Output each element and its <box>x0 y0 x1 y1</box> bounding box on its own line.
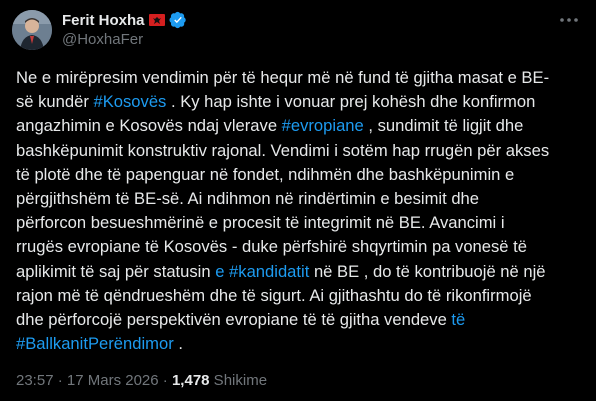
hashtag-link[interactable]: e #kandidatit <box>215 262 309 281</box>
tweet-text-segment: përforcon besueshmërinë e procesit të in… <box>16 213 505 233</box>
tweet-text-segment: rrugës evropiane të Kosovës - duke përfs… <box>16 237 527 257</box>
author-name[interactable]: Ferit Hoxha <box>62 12 145 29</box>
tweet-text-segment: aplikimit të saj për statusin <box>16 261 216 281</box>
tweet-line: aplikimit të saj për statusin e #kandida… <box>16 260 586 284</box>
author-handle[interactable]: @HoxhaFer <box>62 31 187 48</box>
tweet-line: rrugës evropiane të Kosovës - duke përfs… <box>16 235 586 259</box>
tweet-line: së kundër #Kosovës . Ky hap ishte i vonu… <box>16 90 586 114</box>
tweet-line: bashkëpunimit konstruktiv rajonal. Vendi… <box>16 139 586 163</box>
views-count: 1,478 <box>171 372 210 389</box>
tweet-line: rajon më të qëndrueshëm dhe të sigurt. A… <box>16 284 586 308</box>
hashtag-link[interactable]: #Kosovës <box>93 92 166 111</box>
avatar[interactable] <box>12 10 52 50</box>
tweet-line: dhe përforcojë perspektivën evropiane të… <box>16 308 586 332</box>
tweet-text-segment: në BE , do të kontribuojë në një <box>309 261 546 281</box>
tweet-text-segment: . <box>173 334 183 354</box>
tweet-text-segment: përgjithshëm të BE-së. Ai ndihmon në rin… <box>16 189 480 209</box>
tweet-text-segment: të plotë dhe të papenguar në fondet, ndi… <box>16 164 515 184</box>
meta-separator: · <box>158 372 172 389</box>
tweet-line: #BallkanitPerëndimor . <box>16 332 586 356</box>
views-label: Shikime <box>209 372 268 389</box>
tweet-line: angazhimin e Kosovës ndaj vlerave #evrop… <box>16 114 586 138</box>
tweet-line: përforcon besueshmërinë e procesit të in… <box>16 211 586 235</box>
tweet-time[interactable]: 23:57 <box>16 372 54 389</box>
tweet-line: përgjithshëm të BE-së. Ai ndihmon në rin… <box>16 187 586 211</box>
hashtag-link[interactable]: #evropiane <box>282 116 364 135</box>
tweet-text-segment: rajon më të qëndrueshëm dhe të sigurt. A… <box>16 285 532 305</box>
hashtag-link[interactable]: të <box>451 310 465 329</box>
tweet-header: Ferit Hoxha @HoxhaFer <box>62 10 187 48</box>
verified-badge-icon <box>169 11 186 29</box>
tweet-date[interactable]: 17 Mars 2026 <box>67 372 159 389</box>
tweet-text-segment: , sundimit të ligjit dhe <box>363 116 524 136</box>
tweet-text-segment: angazhimin e Kosovës ndaj vlerave <box>16 116 282 136</box>
tweet-line: Ne e mirëpresim vendimin për të hequr më… <box>16 66 586 90</box>
meta-separator: · <box>53 372 67 389</box>
tweet-line: të plotë dhe të papenguar në fondet, ndi… <box>16 163 586 187</box>
tweet-text-segment: së kundër <box>16 92 94 112</box>
more-horizontal-icon[interactable] <box>557 14 581 26</box>
tweet-text-segment: bashkëpunimit konstruktiv rajonal. Vendi… <box>16 140 550 160</box>
tweet-meta: 23:57 · 17 Mars 2026 · 1,478 Shikime <box>16 372 267 389</box>
avatar-photo <box>12 10 52 50</box>
hashtag-link[interactable]: #BallkanitPerëndimor <box>16 334 174 353</box>
tweet-text-segment: Ne e mirëpresim vendimin për të hequr më… <box>16 68 550 87</box>
tweet-text-segment: dhe përforcojë perspektivën evropiane të… <box>16 310 452 330</box>
tweet-text-segment: . Ky hap ishte i vonuar prej kohësh dhe … <box>166 92 536 112</box>
albania-flag-icon <box>148 14 165 26</box>
tweet-text: Ne e mirëpresim vendimin për të hequr më… <box>16 66 586 356</box>
